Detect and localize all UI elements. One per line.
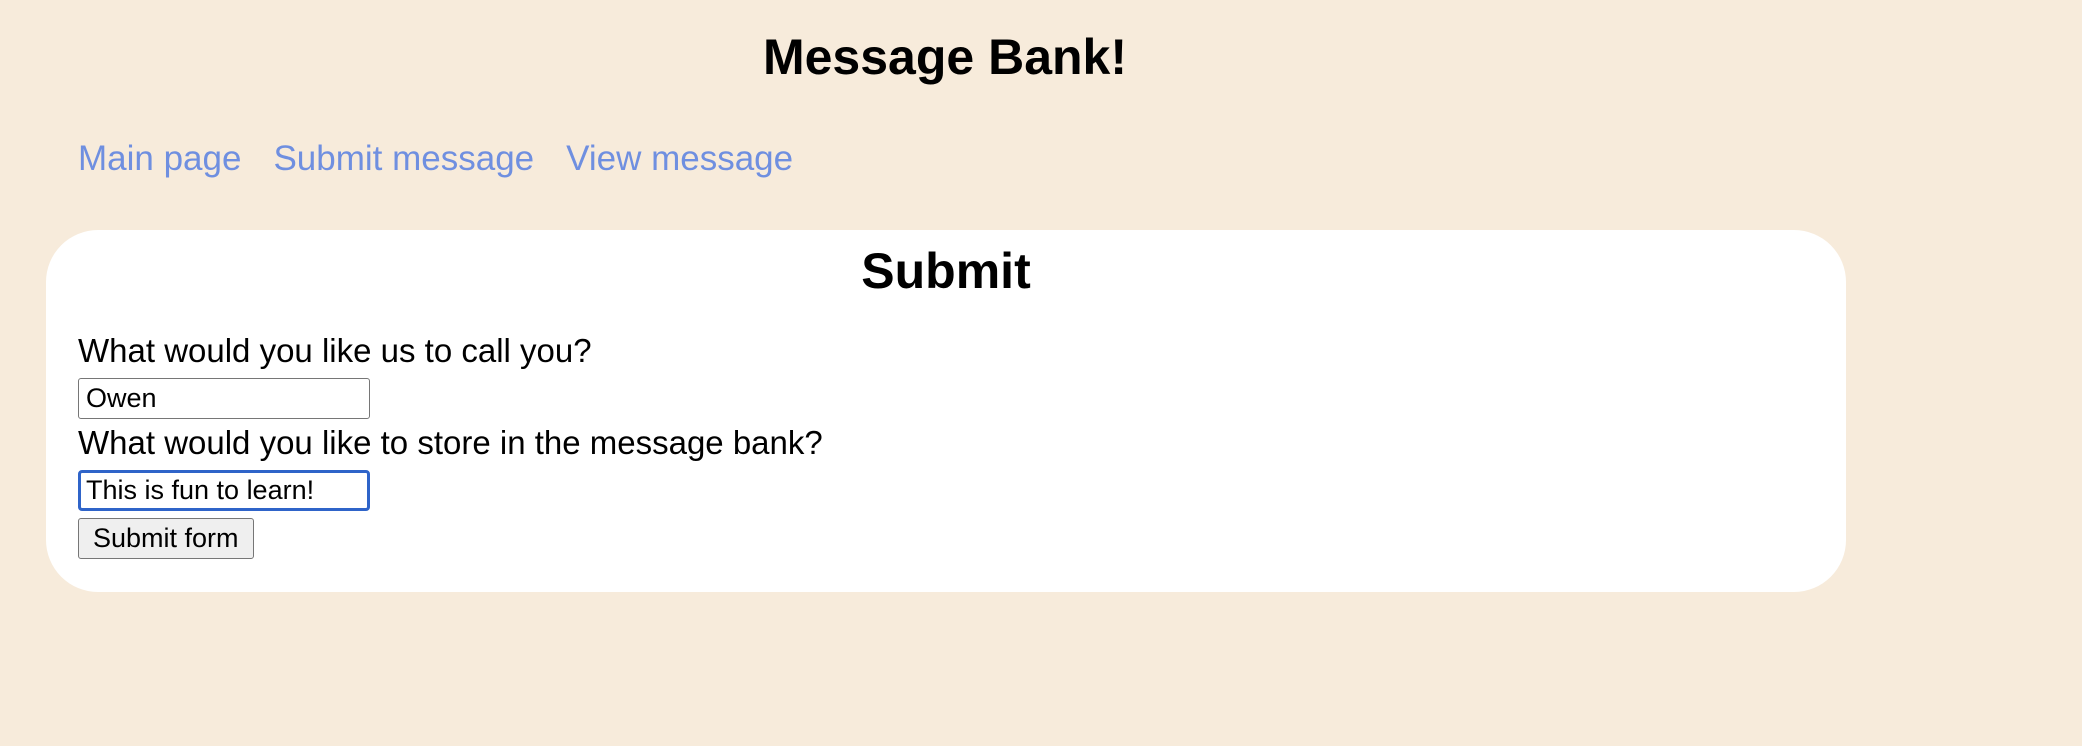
message-label: What would you like to store in the mess…	[78, 424, 823, 461]
nav-link-submit-message[interactable]: Submit message	[273, 136, 534, 182]
message-input[interactable]	[78, 470, 370, 511]
nav-link-main-page[interactable]: Main page	[78, 136, 241, 182]
nav-link-view-message[interactable]: View message	[566, 136, 793, 182]
page-title: Message Bank!	[762, 29, 1128, 85]
submit-card: Submit What would you like us to call yo…	[46, 230, 1846, 592]
name-label: What would you like us to call you?	[78, 332, 592, 369]
main-nav: Main page Submit message View message	[78, 136, 793, 182]
name-input[interactable]	[78, 378, 370, 419]
submit-form-button[interactable]: Submit form	[78, 518, 254, 559]
submit-heading: Submit	[861, 243, 1031, 299]
